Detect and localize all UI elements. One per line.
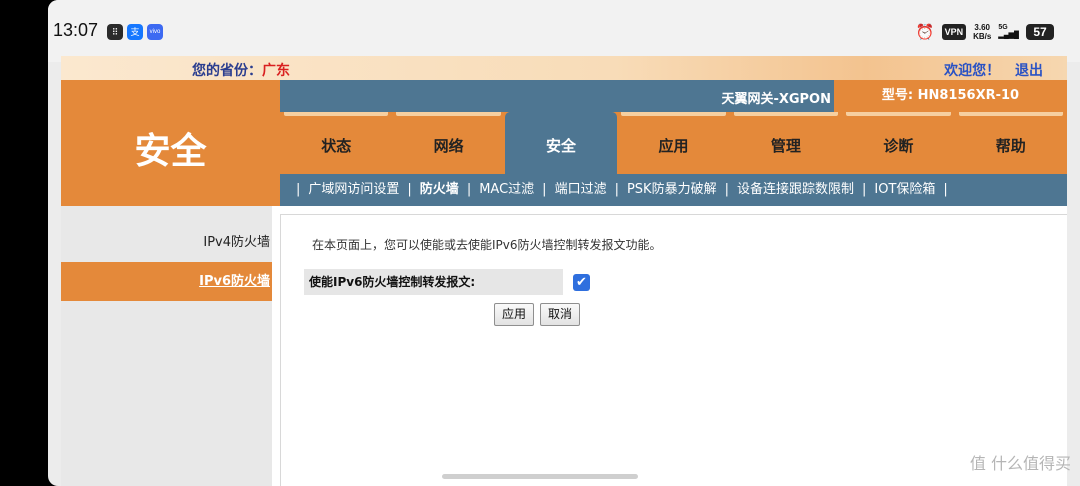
welcome-text: 欢迎您！ [944,63,1001,79]
sidebar: IPv4防火墙 IPv6防火墙 [61,206,272,486]
subnav-psk-bruteforce[interactable]: PSK防暴力破解 [627,182,717,197]
tab-management[interactable]: 管理 [730,112,842,174]
speed-value: 3.60 [974,23,990,32]
watermark: 值 什么值得买 [969,454,1071,473]
checkmark-icon: ✔ [576,275,587,290]
sidebar-item-ipv6-firewall[interactable]: IPv6防火墙 [61,262,272,301]
section-title: 安全 [134,131,207,172]
tab-security[interactable]: 安全 [504,112,618,174]
signal-bars-icon: ▂▄▆█ [998,32,1019,39]
subnav-conn-track-limit[interactable]: 设备连接跟踪数限制 [737,182,854,197]
enable-ipv6-firewall-label: 使能IPv6防火墙控制转发报文: [304,269,563,295]
status-indicators: ⏰ VPN 3.60 KB/s 5G ▂▄▆█ 57 [916,20,1054,44]
cancel-button[interactable]: 取消 [540,303,581,326]
status-time: 13:07 [53,20,99,40]
subnav-firewall[interactable]: 防火墙 [420,182,459,197]
app-grid-icon: ⠿ [107,24,123,40]
subnav-separator: | [862,182,867,197]
signal-group: 5G ▂▄▆█ [998,24,1019,40]
gateway-name: 天翼网关-XGPON [721,92,831,107]
subnav-wan-access[interactable]: 广域网访问设置 [308,182,399,197]
subnav-separator: | [614,182,619,197]
status-bar: 13:07 ⠿ 支 vivo ⏰ VPN 3.60 KB/s 5G ▂▄▆█ 5… [48,0,1080,62]
network-speed: 3.60 KB/s [973,23,991,41]
tab-application[interactable]: 应用 [617,112,729,174]
battery-icon: 57 [1026,24,1054,40]
subnav-iot-safe[interactable]: IOT保险箱 [874,182,935,197]
sidebar-item-ipv4-firewall[interactable]: IPv4防火墙 [61,223,272,262]
vivo-icon: vivo [147,24,163,40]
subnav-separator: | [407,182,412,197]
subnav-separator: | [296,182,301,197]
subnav-separator: | [466,182,472,197]
sub-nav: | 广域网访问设置 | 防火墙 | MAC过滤 | 端口过滤 | PSK防暴力破解 | 设备连接跟踪数… [280,174,1067,206]
speed-unit: KB/s [973,32,992,41]
main-nav: 状态 网络 安全 应用 管理 诊断 帮助 [280,112,1067,174]
subnav-mac-filter[interactable]: MAC过滤 [479,182,534,197]
home-indicator[interactable] [442,474,638,479]
section-header: 安全 [61,80,280,206]
subnav-port-filter[interactable]: 端口过滤 [555,182,607,197]
phone-screen: 13:07 ⠿ 支 vivo ⏰ VPN 3.60 KB/s 5G ▂▄▆█ 5… [48,0,1080,486]
province-value: 广东 [262,63,290,79]
model-number: 型号: HN8156XR-10 [834,80,1067,112]
router-web-page: 您的省份：广东 欢迎您！ 退出 安全 天翼网关-XGPON 型号: HN8156… [61,56,1067,486]
tab-network[interactable]: 网络 [392,112,504,174]
province-info: 您的省份：广东 [192,60,290,80]
page-description: 在本页面上，您可以使能或去使能IPv6防火墙控制转发报文功能。 [312,238,662,252]
content-panel: 在本页面上，您可以使能或去使能IPv6防火墙控制转发报文功能。 使能IPv6防火… [280,214,1067,486]
user-area: 欢迎您！ 退出 [934,60,1043,80]
subnav-separator: | [542,182,547,197]
vpn-badge: VPN [941,24,967,40]
alarm-icon: ⏰ [915,23,935,41]
tab-diagnosis[interactable]: 诊断 [842,112,954,174]
tab-help[interactable]: 帮助 [955,112,1067,174]
alipay-icon: 支 [127,24,143,40]
net-type-label: 5G [998,24,1008,31]
model-bar: 天翼网关-XGPON 型号: HN8156XR-10 [280,80,1067,112]
apply-button[interactable]: 应用 [494,303,535,326]
subnav-separator: | [943,182,948,197]
top-info-bar: 您的省份：广东 欢迎您！ 退出 [61,56,1067,80]
enable-ipv6-firewall-checkbox[interactable]: ✔ [573,274,590,291]
logout-link[interactable]: 退出 [1015,63,1043,79]
tab-status[interactable]: 状态 [280,112,392,174]
subnav-separator: | [724,182,729,197]
province-label: 您的省份： [192,63,262,79]
